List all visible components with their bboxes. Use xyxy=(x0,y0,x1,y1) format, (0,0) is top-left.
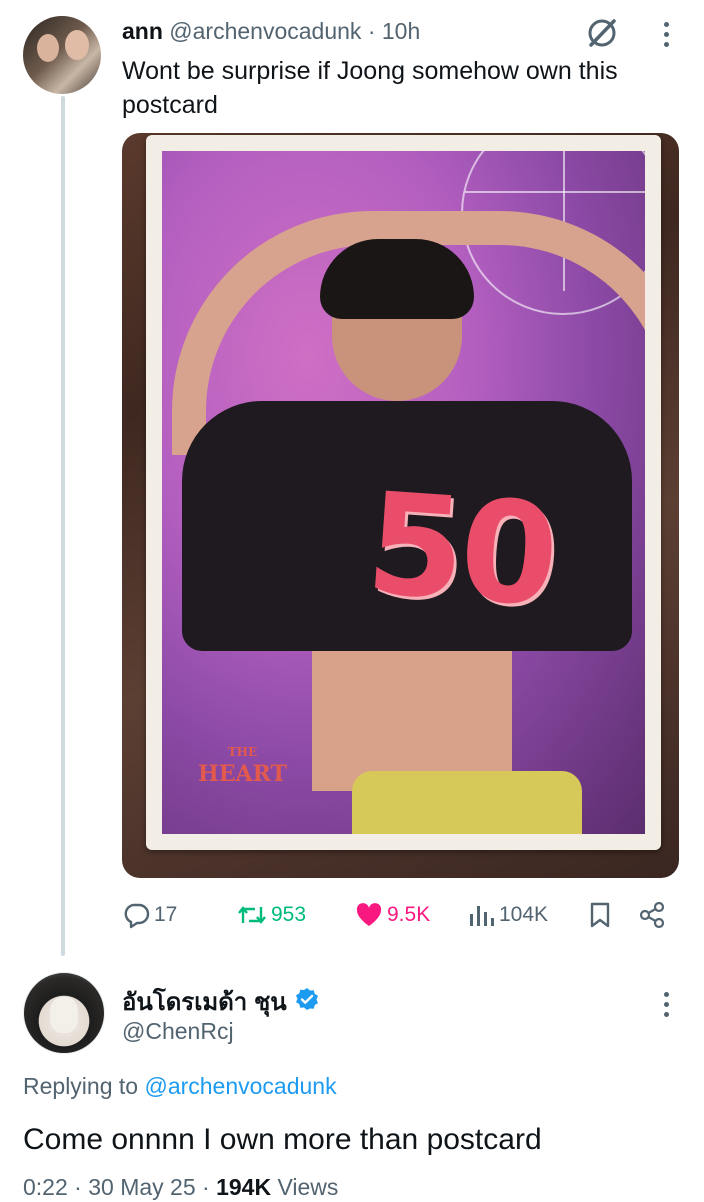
views-total: 194K xyxy=(216,1174,272,1200)
figure-hair xyxy=(320,239,474,319)
postcard-logo: THE HEART xyxy=(198,741,287,785)
avatar[interactable] xyxy=(23,16,101,94)
avatar-face xyxy=(65,30,89,60)
views-icon xyxy=(467,902,495,928)
views-count: 104K xyxy=(499,903,549,926)
tweet-photo[interactable]: 50 THE HEART xyxy=(122,133,679,878)
tweet-text: Come onnnn I own more than postcard xyxy=(23,1123,542,1156)
timestamp[interactable]: 10h xyxy=(382,18,420,44)
user-handle[interactable]: @archenvocadunk xyxy=(169,18,361,44)
tweet-date[interactable]: 30 May 25 xyxy=(88,1174,195,1200)
reply-button[interactable]: 17 xyxy=(122,895,177,935)
grok-icon[interactable] xyxy=(585,16,619,50)
like-button[interactable]: 9.5K xyxy=(355,895,430,935)
reply-icon xyxy=(122,901,150,929)
replying-prefix: Replying to xyxy=(23,1073,139,1099)
display-name[interactable]: ann xyxy=(122,18,163,44)
tweet-meta: 0:22 · 30 May 25 · 194K Views xyxy=(23,1172,338,1202)
avatar-face xyxy=(37,34,59,62)
tweet-text: Wont be surprise if Joong somehow own th… xyxy=(122,57,618,119)
jersey-number: 50 xyxy=(361,462,560,639)
more-icon[interactable] xyxy=(656,14,676,54)
user-handle[interactable]: @ChenRcj xyxy=(122,1016,234,1046)
figure-pants xyxy=(352,771,582,834)
more-icon[interactable] xyxy=(656,984,676,1024)
avatar-face xyxy=(50,997,78,1033)
reticle-line xyxy=(465,191,645,193)
postcard-logo-bottom: HEART xyxy=(198,761,287,787)
bookmark-icon[interactable] xyxy=(588,895,612,935)
like-count: 9.5K xyxy=(387,903,431,926)
thread-connector xyxy=(61,96,65,956)
verified-icon xyxy=(295,987,319,1016)
repost-count: 953 xyxy=(271,903,307,926)
share-icon[interactable] xyxy=(638,895,666,935)
tweet-header: ann @archenvocadunk · 10h xyxy=(122,16,420,46)
replying-to-link[interactable]: @archenvocadunk xyxy=(144,1073,336,1099)
separator: · xyxy=(74,1174,82,1200)
postcard: 50 THE HEART xyxy=(146,135,661,850)
replying-to: Replying to @archenvocadunk xyxy=(23,1071,337,1101)
separator: · xyxy=(367,18,376,44)
views-label: Views xyxy=(277,1174,339,1200)
postcard-logo-top: THE xyxy=(227,745,258,759)
separator: · xyxy=(202,1174,210,1200)
action-bar: 17 953 9.5K 104K xyxy=(122,895,667,935)
views-button[interactable]: 104K xyxy=(467,895,548,935)
postcard-image: 50 THE HEART xyxy=(162,151,645,834)
repost-button[interactable]: 953 xyxy=(237,895,306,935)
heart-icon xyxy=(355,902,383,928)
repost-icon xyxy=(237,901,267,929)
figure-torso xyxy=(312,651,512,791)
reply-count: 17 xyxy=(154,903,178,926)
tweet-time[interactable]: 0:22 xyxy=(23,1174,68,1200)
avatar[interactable] xyxy=(23,972,105,1054)
